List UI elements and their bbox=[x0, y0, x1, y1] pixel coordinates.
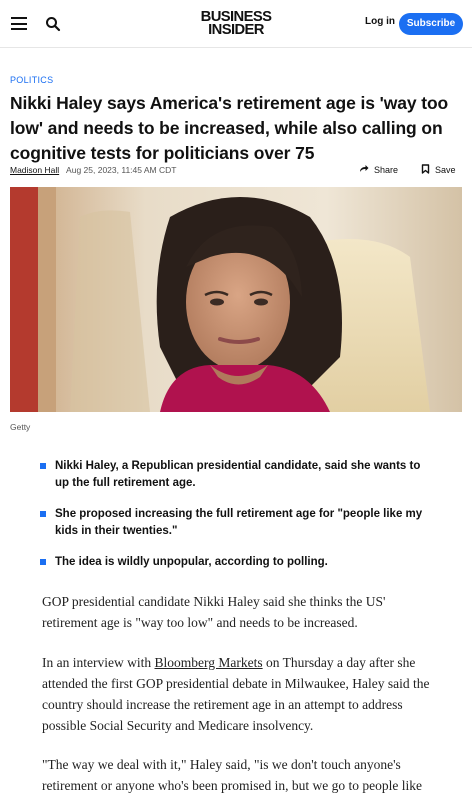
save-button[interactable]: Save bbox=[421, 164, 456, 176]
article-hero-image bbox=[10, 187, 462, 412]
article-paragraph: In an interview with Bloomberg Markets o… bbox=[42, 652, 442, 736]
share-icon bbox=[359, 164, 369, 175]
share-label: Share bbox=[374, 164, 399, 175]
key-point: She proposed increasing the full retirem… bbox=[40, 506, 425, 540]
logo-line-2: INSIDER bbox=[208, 21, 264, 38]
article-headline: Nikki Haley says America's retirement ag… bbox=[10, 93, 449, 163]
image-caption: Getty bbox=[10, 422, 31, 432]
article-paragraph: GOP presidential candidate Nikki Haley s… bbox=[42, 594, 386, 630]
menu-icon[interactable] bbox=[11, 17, 27, 30]
paragraph-text: In an interview with bbox=[42, 655, 155, 670]
bloomberg-markets-link[interactable]: Bloomberg Markets bbox=[154, 655, 262, 670]
category-link[interactable]: POLITICS bbox=[10, 75, 53, 85]
share-button[interactable]: Share bbox=[359, 164, 398, 175]
site-header: BUSINESS INSIDER Log in Subscribe bbox=[0, 0, 472, 48]
byline: Madison Hall Aug 25, 2023, 11:45 AM CDT bbox=[10, 165, 176, 175]
subscribe-button[interactable]: Subscribe bbox=[399, 13, 463, 35]
key-point: The idea is wildly unpopular, according … bbox=[40, 554, 425, 571]
save-label: Save bbox=[435, 165, 456, 175]
search-icon[interactable] bbox=[45, 16, 61, 32]
article-paragraph: "The way we deal with it," Haley said, "… bbox=[42, 757, 422, 793]
business-insider-logo[interactable]: BUSINESS INSIDER bbox=[196, 10, 276, 38]
key-point: Nikki Haley, a Republican presidential c… bbox=[40, 458, 425, 492]
author-link[interactable]: Madison Hall bbox=[10, 165, 59, 175]
login-link[interactable]: Log in bbox=[365, 16, 395, 27]
bookmark-icon bbox=[421, 164, 430, 176]
publish-date: Aug 25, 2023, 11:45 AM CDT bbox=[66, 165, 177, 175]
key-points-list: Nikki Haley, a Republican presidential c… bbox=[40, 458, 425, 571]
